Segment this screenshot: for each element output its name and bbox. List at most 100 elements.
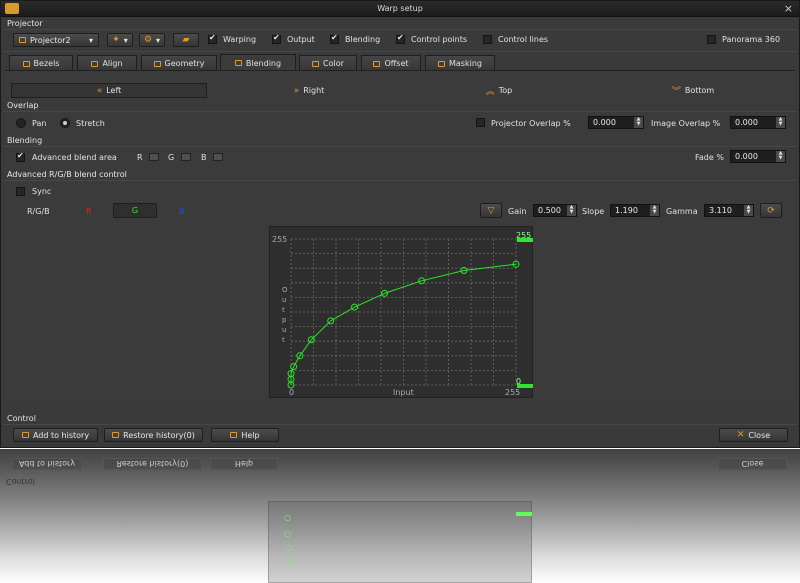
tab-geometry[interactable]: Geometry — [141, 55, 217, 71]
channel-g-button[interactable]: G — [113, 203, 157, 218]
rgb-label: R/G/B — [27, 207, 50, 216]
tab-color[interactable]: Color — [299, 55, 357, 71]
spinner-arrows-icon[interactable]: ▲ ▼ — [776, 151, 785, 162]
panorama-label: Panorama 360 — [722, 35, 781, 44]
reflected-add-history: Add to history — [12, 458, 82, 470]
chevron-down-icon: ▾ — [123, 35, 128, 45]
spinner-arrows-icon[interactable]: ▲ ▼ — [650, 205, 659, 216]
slope-input[interactable]: 1.190 ▲ ▼ — [610, 204, 660, 217]
fade-input[interactable]: 0.000 ▲ ▼ — [730, 150, 786, 163]
control-section-label: Control — [7, 414, 36, 423]
align-icon — [91, 60, 99, 67]
g-swatch[interactable] — [181, 153, 191, 161]
panorama-checkbox[interactable] — [707, 35, 716, 44]
control-lines-label: Control lines — [498, 35, 549, 44]
spinner-arrows-icon[interactable]: ▲ ▼ — [634, 117, 643, 128]
projector-overlap-value: 0.000 — [593, 118, 616, 127]
projector-overlap-label: Projector Overlap % — [491, 119, 571, 128]
tab-offset[interactable]: Offset — [361, 55, 421, 71]
gain-value: 0.500 — [538, 206, 561, 215]
right-arrow-icon: » — [293, 85, 300, 96]
curve-preset-button[interactable]: ▽ — [480, 203, 502, 218]
refresh-icon: ⟳ — [767, 205, 775, 216]
add-point-button[interactable]: ✦ ▾ — [107, 33, 133, 47]
offset-icon — [373, 60, 381, 67]
side-left-button[interactable]: «Left — [11, 83, 207, 98]
open-folder-button[interactable]: ▰ — [173, 33, 199, 47]
bezels-icon — [22, 60, 30, 67]
stretch-radio[interactable] — [60, 118, 70, 128]
gear-icon: ⚙ — [143, 35, 153, 45]
control-points-checkbox[interactable] — [396, 33, 405, 44]
window-reflection: Add to history Restore history(0) Help C… — [0, 449, 800, 583]
image-overlap-input[interactable]: 0.000 ▲ ▼ — [730, 116, 786, 129]
channel-b-button[interactable]: B — [179, 207, 185, 216]
b-swatch[interactable] — [213, 153, 223, 161]
right-bottom-handle[interactable] — [517, 384, 533, 388]
blending-checkbox[interactable] — [330, 33, 339, 44]
control-points-label: Control points — [411, 35, 468, 44]
y-max-label: 255 — [272, 235, 288, 244]
gain-input[interactable]: 0.500 ▲ ▼ — [533, 204, 577, 217]
close-button[interactable]: ✕ Close — [719, 428, 788, 442]
channel-r-button[interactable]: R — [86, 207, 92, 216]
sync-checkbox[interactable] — [16, 187, 25, 196]
image-overlap-value: 0.000 — [735, 118, 758, 127]
blend-curve-graph[interactable]: 255 0 Input 255 Output 255 0 — [269, 226, 533, 398]
tab-align[interactable]: Align — [77, 55, 137, 71]
left-arrow-icon: « — [96, 85, 103, 96]
output-checkbox[interactable] — [272, 33, 281, 44]
advanced-blend-area-label: Advanced blend area — [32, 153, 117, 162]
reset-curve-button[interactable]: ⟳ — [760, 203, 782, 218]
right-top-handle[interactable] — [517, 238, 533, 242]
spinner-arrows-icon[interactable]: ▲ ▼ — [776, 117, 785, 128]
control-lines-checkbox[interactable] — [483, 35, 492, 44]
close-window-icon[interactable]: × — [784, 2, 793, 15]
advanced-blend-area-checkbox[interactable] — [16, 151, 25, 162]
reflected-restore-history: Restore history(0) — [103, 458, 202, 470]
side-bottom-button[interactable]: ︾ Bottom — [595, 83, 791, 98]
projector-select[interactable]: Projector2 ▾ — [13, 33, 99, 47]
slope-label: Slope — [582, 207, 605, 216]
tab-label: Color — [323, 59, 344, 68]
help-button[interactable]: Help — [211, 428, 279, 442]
tab-masking[interactable]: Masking — [425, 55, 495, 71]
projector-overlap-checkbox[interactable] — [476, 118, 485, 127]
projector-section-label: Projector — [7, 19, 43, 28]
side-label: Right — [303, 86, 325, 95]
curve-chart[interactable] — [270, 227, 534, 399]
tab-bezels[interactable]: Bezels — [9, 55, 73, 71]
divider — [3, 146, 797, 147]
tab-blending[interactable]: Blending — [220, 54, 296, 71]
gamma-label: Gamma — [666, 207, 698, 216]
spinner-arrows-icon[interactable]: ▲ ▼ — [567, 205, 576, 216]
settings-dropdown-button[interactable]: ⚙ ▾ — [139, 33, 165, 47]
side-top-button[interactable]: ︽ Top — [401, 83, 597, 98]
projector-overlap-input[interactable]: 0.000 ▲ ▼ — [588, 116, 644, 129]
reflected-close: Close — [718, 458, 787, 470]
restore-history-button[interactable]: Restore history(0) — [104, 428, 203, 442]
reflected-handle — [516, 512, 532, 516]
pan-radio[interactable] — [16, 118, 26, 128]
up-arrow-icon: ︽ — [485, 87, 495, 97]
r-swatch[interactable] — [149, 153, 159, 161]
add-history-label: Add to history — [32, 430, 90, 440]
restore-history-label: Restore history(0) — [123, 430, 195, 440]
side-right-button[interactable]: » Right — [211, 83, 407, 98]
gamma-input[interactable]: 3.110 ▲ ▼ — [704, 204, 754, 217]
sync-label: Sync — [32, 187, 52, 196]
mask-icon — [438, 60, 445, 67]
spinner-arrows-icon[interactable]: ▲ ▼ — [744, 205, 753, 216]
x-min-label: 0 — [289, 388, 295, 397]
blending-section-label: Blending — [7, 136, 43, 145]
reflected-help: Help — [210, 458, 278, 470]
divider — [3, 29, 797, 30]
tab-label: Align — [102, 59, 123, 68]
blending-icon — [234, 60, 242, 66]
add-to-history-button[interactable]: Add to history — [13, 428, 98, 442]
warping-checkbox[interactable] — [208, 33, 217, 44]
color-icon — [312, 60, 320, 67]
x-axis-label: Input — [393, 388, 414, 397]
reflected-control-label: Control — [6, 477, 35, 486]
down-arrow-icon: ︾ — [671, 87, 681, 97]
